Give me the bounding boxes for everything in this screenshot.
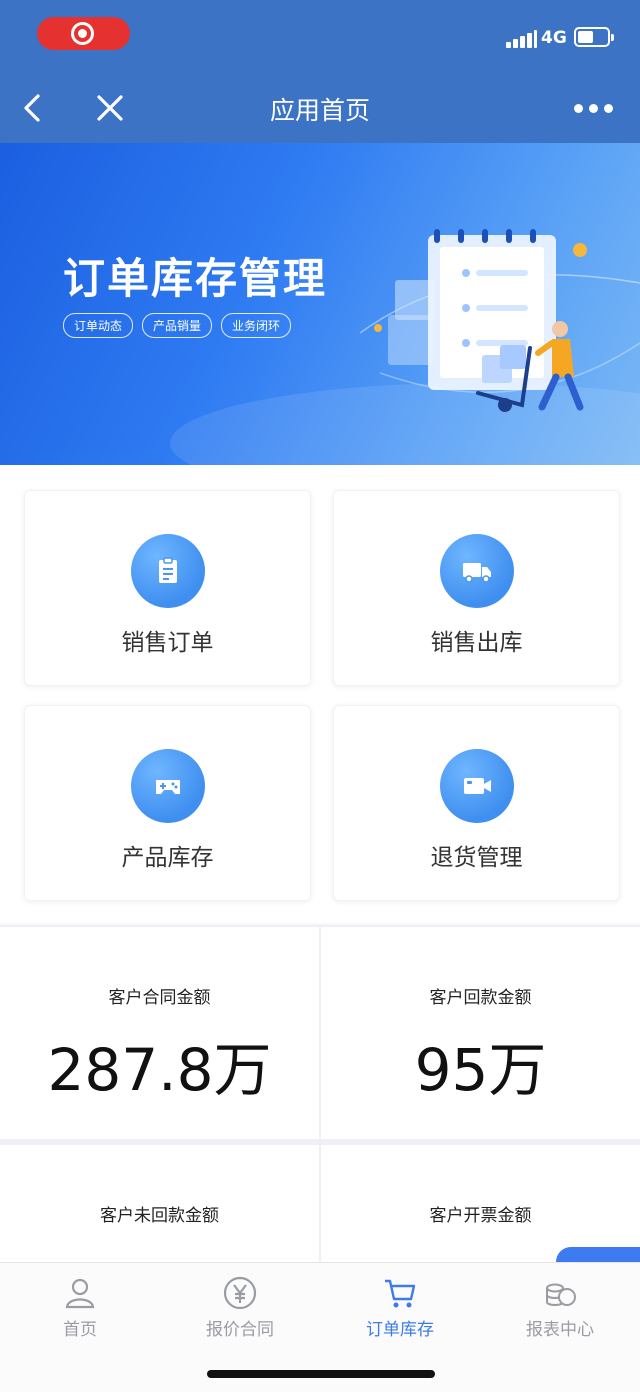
page-title: 应用首页 [269,96,370,125]
tab-order-inventory[interactable]: 订单库存 [320,1263,480,1353]
banner-tag: 业务闭环 [221,313,292,338]
yen-icon [223,1276,257,1310]
more-button[interactable] [570,96,616,120]
card-label: 销售出库 [430,630,523,656]
stat-value: 95万 [414,1036,547,1104]
user-icon [65,1278,95,1309]
stat-label: 客户合同金额 [108,988,211,1008]
battery-icon [574,27,614,47]
banner-title: 订单库存管理 [63,254,328,303]
stat-label: 客户未回款金额 [100,1206,219,1226]
banner-tag: 产品销量 [142,313,213,338]
clipboard-icon [130,534,205,608]
stat-label: 客户开票金额 [429,1206,532,1226]
cart-icon [385,1279,416,1308]
battery-level [578,31,593,43]
home-indicator[interactable] [207,1370,435,1378]
record-icon [71,22,94,45]
sales-outbound-card[interactable]: 销售出库 [333,490,620,686]
signal-icon [506,30,537,48]
stat-contract-amount[interactable]: 客户合同金额 287.8万 [0,927,319,1139]
tab-label: 报表中心 [526,1320,594,1340]
coins-icon [546,1283,576,1306]
top-bar: 4G 应用首页 [0,0,640,143]
menu-grid: 销售订单 销售出库 产品库存 退货管理 [0,465,640,923]
network-type: 4G [541,28,567,48]
return-management-card[interactable]: 退货管理 [333,705,620,901]
sales-order-card[interactable]: 销售订单 [24,490,311,686]
stat-value: 287.8万 [47,1036,272,1104]
tab-label: 报价合同 [206,1320,274,1340]
banner-tags: 订单动态 产品销量 业务闭环 [63,313,292,338]
stats-grid: 客户合同金额 287.8万 客户回款金额 95万 客户未回款金额 192.8万 … [0,925,640,1357]
banner-tag: 订单动态 [63,313,134,338]
card-label: 产品库存 [121,845,214,871]
stat-label: 客户回款金额 [429,988,532,1008]
stat-payment-received[interactable]: 客户回款金额 95万 [321,927,640,1139]
card-label: 退货管理 [430,845,523,871]
tab-label: 首页 [63,1320,97,1340]
tab-label: 订单库存 [366,1320,434,1340]
product-inventory-card[interactable]: 产品库存 [24,705,311,901]
banner: 订单库存管理 订单动态 产品销量 业务闭环 [0,143,640,465]
screen-recording-indicator[interactable] [37,17,130,50]
card-label: 销售订单 [121,630,214,656]
video-camera-icon [439,749,514,823]
tab-quote-contract[interactable]: 报价合同 [160,1263,320,1353]
gamepad-icon [130,749,205,823]
tab-report-center[interactable]: 报表中心 [480,1263,640,1353]
tab-home[interactable]: 首页 [0,1263,160,1353]
truck-icon [439,534,514,608]
